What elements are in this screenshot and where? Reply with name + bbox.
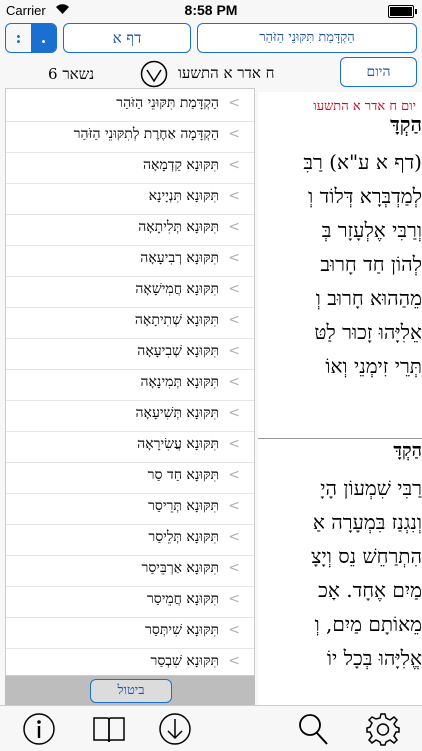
list-item-label: תִּקּוּנָא תִּנְיָינָא bbox=[148, 188, 219, 204]
list-item[interactable]: תִּקּוּנָא תִּנְיָינָא < bbox=[6, 182, 254, 215]
list-item-label: תִּקּוּנָא שְׁבִיעָאָה bbox=[137, 343, 219, 359]
info-icon[interactable] bbox=[22, 712, 56, 746]
list-item-label: הַקְדָּמַת תִּקּוּנֵי הַזֹּהַר bbox=[116, 95, 219, 111]
list-item-label: תִּקּוּנָא תְּרֵיסַר bbox=[148, 498, 219, 514]
list-item[interactable]: תִּקּוּנָא שִׁבְסַר < bbox=[6, 647, 254, 675]
chevron-left-icon: < bbox=[228, 405, 240, 421]
text-line: לְהוֹן חַד חָרוּב bbox=[320, 252, 422, 276]
list-item[interactable]: תִּקּוּנָא חֲמִישָׁאָה < bbox=[6, 275, 254, 308]
list-item[interactable]: תִּקּוּנָא תְּמִינָאָה < bbox=[6, 368, 254, 401]
list-item-label: תִּקּוּנָא רְבִיעָאָה bbox=[140, 250, 219, 266]
daf-button[interactable]: דף א bbox=[63, 23, 191, 53]
list-item-label: תִּקּוּנָא שִׁיתְּסַר bbox=[145, 622, 219, 638]
text-line: תְּרֵי זִימְנֵי וְאוֹ bbox=[325, 354, 422, 378]
chevron-left-icon: < bbox=[228, 653, 240, 669]
chevron-left-icon: < bbox=[228, 95, 240, 111]
chevron-left-icon: < bbox=[228, 591, 240, 607]
text-line: מֵהַהוּא חָרוּב וְ bbox=[315, 286, 422, 310]
chevron-left-icon: < bbox=[228, 157, 240, 173]
chevron-left-icon: < bbox=[228, 622, 240, 638]
status-bar: Carrier 8:58 PM bbox=[0, 0, 422, 20]
text-line: הִתְרַחֵשׁ נֵס וְיָצָ bbox=[311, 544, 422, 568]
chevron-down-icon[interactable] bbox=[140, 60, 168, 88]
chevron-left-icon: < bbox=[228, 529, 240, 545]
cancel-bar: ביטול bbox=[5, 676, 255, 705]
list-item-label: הַקְדָּמָה אַחֶרֶת לְתִקּוּנֵי הַזֹּהַר bbox=[73, 126, 219, 142]
list-item[interactable]: תִּקּוּנָא חַד סַר < bbox=[6, 461, 254, 494]
section-title-button[interactable]: הַקְדָּמַת תִּקּוּנֵי הַזֹּהַר bbox=[197, 23, 417, 53]
chevron-left-icon: < bbox=[228, 498, 240, 514]
chevron-left-icon: < bbox=[228, 188, 240, 204]
chevron-left-icon: < bbox=[228, 126, 240, 142]
list-item-label: תִּקּוּנָא חֲמֵיסַר bbox=[146, 591, 219, 607]
chevron-left-icon: < bbox=[228, 281, 240, 297]
list-item-label: תִּקּוּנָא חַד סַר bbox=[147, 467, 219, 483]
current-date: ח אדר א התשעו bbox=[178, 64, 275, 82]
list-item[interactable]: הַקְדָּמַת תִּקּוּנֵי הַזֹּהַר < bbox=[6, 89, 254, 122]
list-item[interactable]: הַקְדָּמָה אַחֶרֶת לְתִקּוּנֵי הַזֹּהַר < bbox=[6, 120, 254, 153]
list-item[interactable]: תִּקּוּנָא שְׁתִיתָאָה < bbox=[6, 306, 254, 339]
section-list[interactable]: הַקְדָּמַת תִּקּוּנֵי הַזֹּהַר < הַקְדָּמ… bbox=[5, 88, 255, 676]
chevron-left-icon: < bbox=[228, 343, 240, 359]
text-line: מַיִם אֶחָד. אָכ bbox=[318, 578, 422, 602]
segment-colon[interactable]: : bbox=[6, 24, 31, 52]
text-line: וְרַבִּי אֶלְעָזָר בְּ bbox=[321, 218, 422, 242]
list-item-label: תִּקּוּנָא תְּשִׁיעָאָה bbox=[135, 405, 219, 421]
list-item-label: תִּקּוּנָא אַרְבֵּיסַר bbox=[141, 560, 219, 576]
chevron-left-icon: < bbox=[228, 467, 240, 483]
list-item[interactable]: תִּקּוּנָא עֲשִׂירָאָה < bbox=[6, 430, 254, 463]
view-mode-segment[interactable]: : . bbox=[5, 23, 57, 53]
chevron-left-icon: < bbox=[228, 219, 240, 235]
chevron-left-icon: < bbox=[228, 560, 240, 576]
list-item[interactable]: תִּקּוּנָא חֲמֵיסַר < bbox=[6, 585, 254, 618]
list-item-label: תִּקּוּנָא תְּלֵיסַר bbox=[148, 529, 219, 545]
gear-icon[interactable] bbox=[366, 712, 400, 746]
list-item-label: תִּקּוּנָא שְׁתִיתָאָה bbox=[134, 312, 219, 328]
today-button[interactable]: היום bbox=[340, 57, 417, 87]
list-item-label: תִּקּוּנָא קַדְמָאָה bbox=[143, 157, 219, 173]
segment-dot[interactable]: . bbox=[31, 24, 56, 52]
text-line: (דף א ע"א) רַבִּ bbox=[303, 150, 422, 175]
text-line: אֱלִיָּהוּ בְּכָל יוֹ bbox=[326, 646, 422, 670]
chevron-left-icon: < bbox=[228, 250, 240, 266]
list-item[interactable]: תִּקּוּנָא קַדְמָאָה < bbox=[6, 151, 254, 184]
chevron-left-icon: < bbox=[228, 374, 240, 390]
list-item-label: תִּקּוּנָא שִׁבְסַר bbox=[150, 653, 219, 669]
list-item[interactable]: תִּקּוּנָא שְׁבִיעָאָה < bbox=[6, 337, 254, 370]
list-item[interactable]: תִּקּוּנָא תְּשִׁיעָאָה < bbox=[6, 399, 254, 432]
remaining-count: נשאר 6 bbox=[48, 65, 95, 83]
battery-icon bbox=[388, 5, 417, 18]
list-item[interactable]: תִּקּוּנָא אַרְבֵּיסַר < bbox=[6, 554, 254, 587]
download-icon[interactable] bbox=[158, 712, 192, 746]
bottom-toolbar bbox=[0, 705, 422, 751]
text-line: לְמַדְבְּרָא דְּלוֹד וְ bbox=[308, 184, 422, 208]
list-item[interactable]: תִּקּוּנָא תְּלֵיסַר < bbox=[6, 523, 254, 556]
list-item[interactable]: תִּקּוּנָא שִׁיתְּסַר < bbox=[6, 616, 254, 649]
text-line: וְנִגְנַז בִּמְעָרָה אַ bbox=[312, 510, 422, 534]
list-item-label: תִּקּוּנָא עֲשִׂירָאָה bbox=[137, 436, 219, 452]
text-line: (דף א ע"א) רַבִּ bbox=[303, 150, 422, 174]
text-line: רַבִּי שִׁמְעוֹן הָיָ bbox=[320, 476, 422, 500]
text-line: מֵאוֹתָם מַיִם, וְ bbox=[314, 612, 422, 636]
text-line: אֵלִיָּהוּ זָכוּר לַטּ bbox=[314, 320, 422, 344]
list-item-label: תִּקּוּנָא תְּלִיתָאָה bbox=[138, 219, 219, 235]
list-item[interactable]: תִּקּוּנָא רְבִיעָאָה < bbox=[6, 244, 254, 277]
text-heading: הַקְדָּ bbox=[390, 112, 422, 136]
list-item[interactable]: תִּקּוּנָא תְּרֵיסַר < bbox=[6, 492, 254, 525]
text-heading: הַקְדָּ bbox=[393, 440, 422, 461]
search-icon[interactable] bbox=[296, 712, 330, 746]
list-item[interactable]: תִּקּוּנָא תְּלִיתָאָה < bbox=[6, 213, 254, 246]
chevron-left-icon: < bbox=[228, 312, 240, 328]
list-item-label: תִּקּוּנָא תְּמִינָאָה bbox=[140, 374, 219, 390]
chevron-left-icon: < bbox=[228, 436, 240, 452]
list-item-label: תִּקּוּנָא חֲמִישָׁאָה bbox=[135, 281, 219, 297]
reading-pane[interactable]: יום ח אדר א התשעו הַקְדָּ (דף א ע"א) רַב… bbox=[258, 92, 422, 705]
book-icon[interactable] bbox=[92, 712, 126, 746]
section-divider bbox=[258, 438, 422, 439]
cancel-button[interactable]: ביטול bbox=[90, 679, 172, 703]
clock: 8:58 PM bbox=[184, 2, 238, 18]
